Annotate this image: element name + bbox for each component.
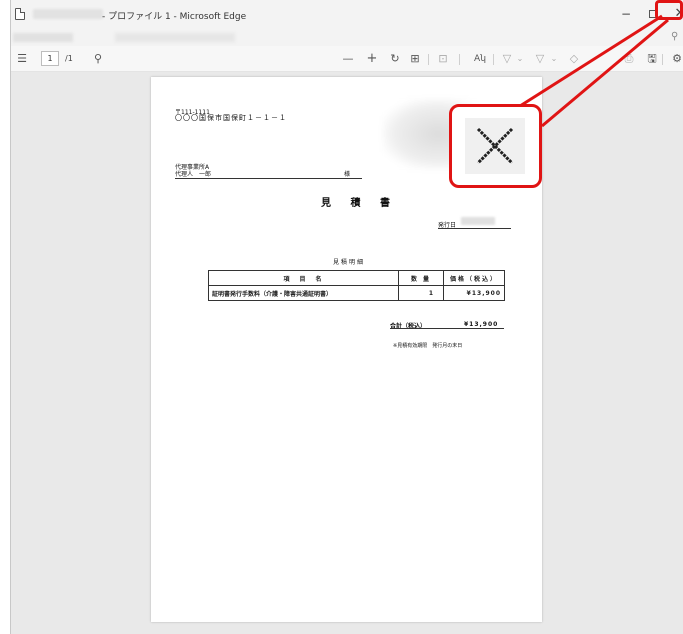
document-title: 見 積 書 [321,198,398,209]
honorific: 様 [344,171,351,178]
title-bar: - プロファイル 1 - Microsoft Edge − ✕ [11,0,683,30]
toolbar-divider [493,54,494,65]
pdf-viewer[interactable]: 〒111-1111 〇〇〇国保市国保町１－１－１ 代理事業所A 代理人 一郎 様… [11,72,683,634]
highlight-icon[interactable]: ▽ [533,51,547,67]
table-header-row: 項 目 名 数 量 価格（税込） [208,270,505,286]
redacted-issue-date [461,217,495,225]
toolbar-divider [459,54,460,65]
estimate-table: 項 目 名 数 量 価格（税込） 証明書発行手数料（介護・障害共通証明書） 1 … [208,270,505,301]
close-icon [476,127,514,165]
pdf-toolbar: ☰ 1 /1 ⚲ — + ↻ ⊞ ⊡ Aʮ ▽ ⌄ ▽ ⌄ ◇ ⎙ 🖫 ⚙ [11,46,683,72]
issue-date-underline [438,228,511,229]
save-icon[interactable]: 🖫 [645,51,659,67]
draw-icon[interactable]: ▽ [500,51,514,67]
zoom-in-button[interactable]: + [365,51,379,67]
validity-note: ※見積有効期限 発行月の末日 [393,343,463,349]
magnifier-icon[interactable]: ⚲ [671,31,678,42]
recipient-address: 〇〇〇国保市国保町１－１－１ [175,114,287,122]
zoomed-close-button [465,118,525,174]
browser-window: - プロファイル 1 - Microsoft Edge − ✕ ⚲ ☰ 1 /1… [10,0,683,634]
detail-title: 見積明細 [333,259,366,266]
address-bar[interactable]: ⚲ [11,30,683,46]
chevron-down-icon[interactable]: ⌄ [516,51,524,67]
toolbar-divider [428,54,429,65]
close-button-highlight [655,0,683,20]
page-view-icon[interactable]: ⊡ [436,51,450,67]
print-icon[interactable]: ⎙ [622,51,636,67]
page-number-input[interactable]: 1 [41,51,59,66]
table-row: 証明書発行手数料（介護・障害共通証明書） 1 ¥13,900 [208,285,505,301]
minimize-button[interactable]: − [617,5,635,23]
redacted-address-path [115,33,235,42]
column-header: 価格（税込） [443,270,505,286]
read-aloud-icon[interactable]: Aʮ [472,51,488,67]
page-total: /1 [65,54,73,63]
fit-page-icon[interactable]: ⊞ [408,51,422,67]
agent-name: 代理人 一郎 [175,169,362,179]
table-of-contents-icon[interactable]: ☰ [15,51,29,67]
column-header: 項 目 名 [208,270,399,286]
redacted-tab-title [33,9,103,19]
toolbar-divider [662,54,663,65]
total-value: ¥13,900 [464,321,499,328]
chevron-down-icon[interactable]: ⌄ [550,51,558,67]
zoom-callout [449,104,542,188]
rotate-icon[interactable]: ↻ [388,51,402,67]
item-price: ¥13,900 [443,285,505,301]
search-icon[interactable]: ⚲ [91,51,105,67]
total-underline [390,328,504,329]
item-name: 証明書発行手数料（介護・障害共通証明書） [208,285,399,301]
column-header: 数 量 [398,270,444,286]
window-title: - プロファイル 1 - Microsoft Edge [102,12,247,22]
zoom-out-button[interactable]: — [341,51,355,67]
settings-icon[interactable]: ⚙ [670,51,683,67]
page-icon [15,8,25,20]
item-quantity: 1 [398,285,444,301]
eraser-icon[interactable]: ◇ [567,51,581,67]
redacted-address [13,33,73,42]
